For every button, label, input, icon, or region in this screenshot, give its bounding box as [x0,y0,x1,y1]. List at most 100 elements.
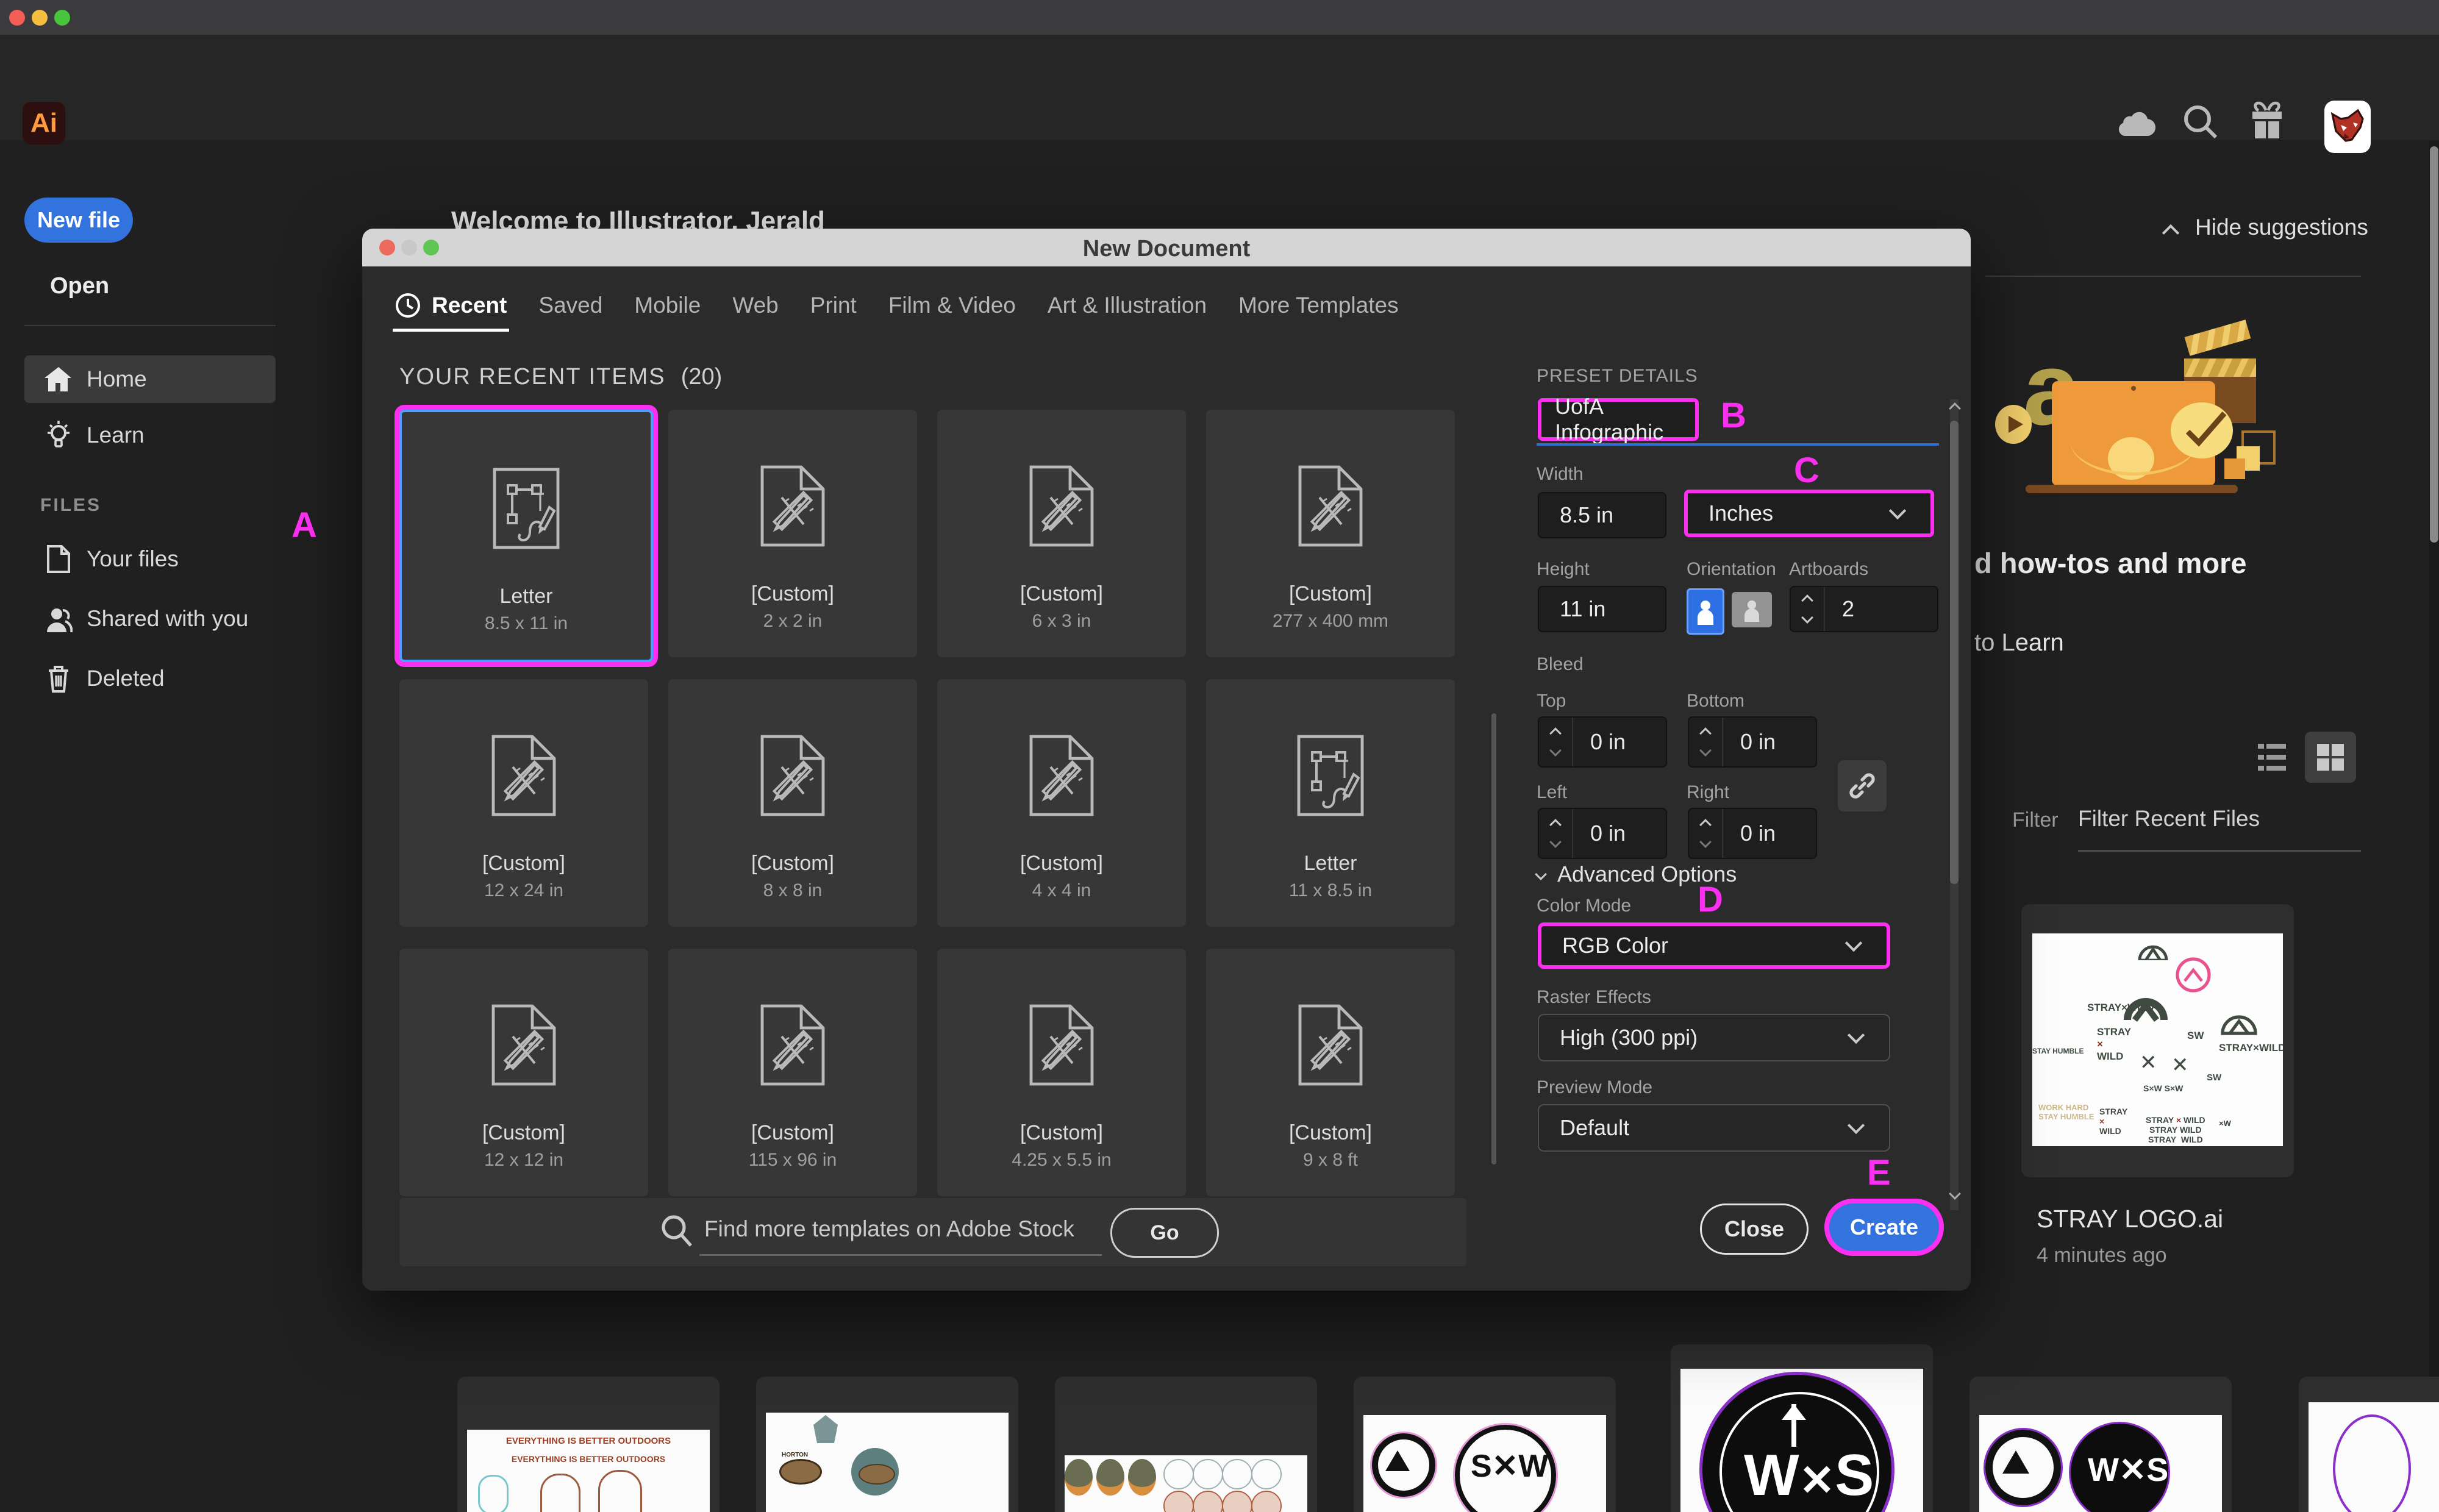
template-card[interactable]: Letter11 x 8.5 in [1206,679,1455,927]
orientation-landscape-button[interactable] [1732,592,1772,627]
template-card[interactable]: [Custom]6 x 3 in [937,410,1186,657]
grid-scrollbar-thumb[interactable] [1491,713,1496,1164]
panel-scrollbar-thumb[interactable] [1950,421,1959,884]
cloud-icon[interactable] [2116,107,2156,136]
chevron-up-icon[interactable] [1549,819,1562,831]
tab-recent[interactable]: Recent [395,293,507,318]
zoom-window-button[interactable] [54,10,70,26]
file-card[interactable]: W✕S [1671,1344,1933,1512]
sidebar-item-home[interactable]: Home [24,355,276,403]
template-card-selected[interactable]: Letter8.5 x 11 in [399,410,653,662]
width-input[interactable]: 8.5 in [1538,492,1666,538]
bleed-bottom-stepper[interactable]: 0 in [1688,716,1817,768]
color-mode-dropdown[interactable]: RGB Color [1538,922,1890,969]
bleed-value[interactable]: 0 in [1740,821,1776,846]
open-button[interactable]: Open [50,273,109,299]
chevron-up-icon[interactable] [1699,727,1712,740]
tab-web[interactable]: Web [732,293,778,318]
template-card[interactable]: [Custom]115 x 96 in [668,949,917,1196]
tab-film-video[interactable]: Film & Video [888,293,1016,318]
sidebar-item-shared-with-you[interactable]: Shared with you [24,595,276,643]
bleed-left-stepper[interactable]: 0 in [1538,808,1667,859]
tab-print[interactable]: Print [810,293,857,318]
grid-view-button[interactable] [2305,732,2356,783]
document-name-field[interactable]: UofA Infographic [1538,398,1699,441]
orientation-portrait-button[interactable] [1687,588,1724,635]
stepper-arrows[interactable] [1689,809,1723,858]
artboards-stepper[interactable]: 2 [1790,586,1938,632]
template-card[interactable]: [Custom]4 x 4 in [937,679,1186,927]
template-card[interactable]: [Custom]4.25 x 5.5 in [937,949,1186,1196]
template-card[interactable]: [Custom]9 x 8 ft [1206,949,1455,1196]
go-button[interactable]: Go [1110,1208,1219,1258]
chevron-down-icon[interactable] [1549,836,1562,848]
tab-more-templates[interactable]: More Templates [1238,293,1399,318]
bleed-right-stepper[interactable]: 0 in [1688,808,1817,859]
sidebar-item-learn[interactable]: Learn [24,412,276,459]
tab-saved[interactable]: Saved [538,293,602,318]
tab-label: Web [732,293,778,318]
recent-items-heading: YOUR RECENT ITEMS (20) [399,364,722,390]
template-card[interactable]: [Custom]2 x 2 in [668,410,917,657]
close-button[interactable]: Close [1700,1204,1809,1255]
tab-art-illustration[interactable]: Art & Illustration [1048,293,1207,318]
gift-icon[interactable] [2248,101,2287,141]
template-card[interactable]: [Custom]12 x 24 in [399,679,648,927]
new-file-button[interactable]: New file [24,198,133,243]
file-card[interactable]: W✕S [1969,1377,2232,1512]
recent-file-name[interactable]: STRAY LOGO.ai [2037,1205,2223,1233]
preview-mode-dropdown[interactable]: Default [1538,1104,1890,1152]
units-dropdown[interactable]: Inches [1684,490,1934,537]
height-input[interactable]: 11 in [1538,586,1666,632]
search-icon [660,1214,693,1249]
minimize-window-button[interactable] [32,10,48,26]
artboards-value: 2 [1842,596,1854,622]
chevron-down-icon[interactable] [1699,744,1712,757]
stepper-arrows[interactable] [1539,809,1573,858]
chevron-up-icon[interactable] [1699,819,1712,831]
raster-effects-dropdown[interactable]: High (300 ppi) [1538,1014,1890,1061]
close-window-button[interactable] [9,10,25,26]
chevron-down-icon[interactable] [1699,836,1712,848]
file-card[interactable] [2299,1377,2439,1512]
illustrator-logo: Ai [23,102,65,144]
template-card[interactable]: [Custom]8 x 8 in [668,679,917,927]
template-card[interactable]: [Custom]277 x 400 mm [1206,410,1455,657]
recent-file-card[interactable]: STRAY×WILD STRAY×WILD STRAY×WILD STAY HU… [2021,904,2294,1177]
artboards-stepper-arrows[interactable] [1791,587,1825,631]
chevron-down-icon[interactable] [1801,612,1813,624]
sidebar-item-your-files[interactable]: Your files [24,535,276,583]
search-icon[interactable] [2182,103,2219,141]
go-to-learn-link[interactable]: to Learn [1974,629,2064,657]
bleed-value[interactable]: 0 in [1740,729,1776,755]
tab-mobile[interactable]: Mobile [634,293,701,318]
outdoors-flyer-thumbnail: EVERYTHING IS BETTER OUTDOORSEVERYTHING … [467,1430,710,1512]
hide-suggestions-button[interactable]: Hide suggestions [2195,215,2368,240]
create-button[interactable]: Create [1829,1204,1939,1251]
template-card[interactable]: [Custom]12 x 12 in [399,949,648,1196]
bleed-value[interactable]: 0 in [1590,821,1626,846]
bleed-top-stepper[interactable]: 0 in [1538,716,1667,768]
chevron-down-icon[interactable] [1549,744,1562,757]
link-bleed-values-button[interactable] [1838,760,1887,811]
filter-input-underline [2078,850,2361,852]
file-card[interactable] [1055,1377,1317,1512]
user-avatar[interactable] [2324,101,2371,153]
list-view-button[interactable] [2251,735,2293,779]
file-card[interactable]: EVERYTHING IS BETTER OUTDOORSEVERYTHING … [457,1377,720,1512]
filter-recent-files-input[interactable]: Filter Recent Files [2078,806,2260,832]
sidebar-item-label: Deleted [87,666,165,691]
artboards-label: Artboards [1789,559,1868,580]
chevron-up-icon[interactable] [1801,594,1813,607]
stock-search-input[interactable]: Find more templates on Adobe Stock [704,1216,1074,1242]
sidebar-item-deleted[interactable]: Deleted [24,655,276,702]
window-scrollbar-thumb[interactable] [2430,146,2438,543]
stepper-arrows[interactable] [1539,718,1573,766]
file-card[interactable]: S✕W [1354,1377,1616,1512]
file-card[interactable]: HORTON [756,1377,1018,1512]
stepper-arrows[interactable] [1689,718,1723,766]
home-icon [39,366,78,393]
bleed-value[interactable]: 0 in [1590,729,1626,755]
chevron-up-icon[interactable] [1549,727,1562,740]
chevron-up-icon[interactable] [2165,227,2177,242]
